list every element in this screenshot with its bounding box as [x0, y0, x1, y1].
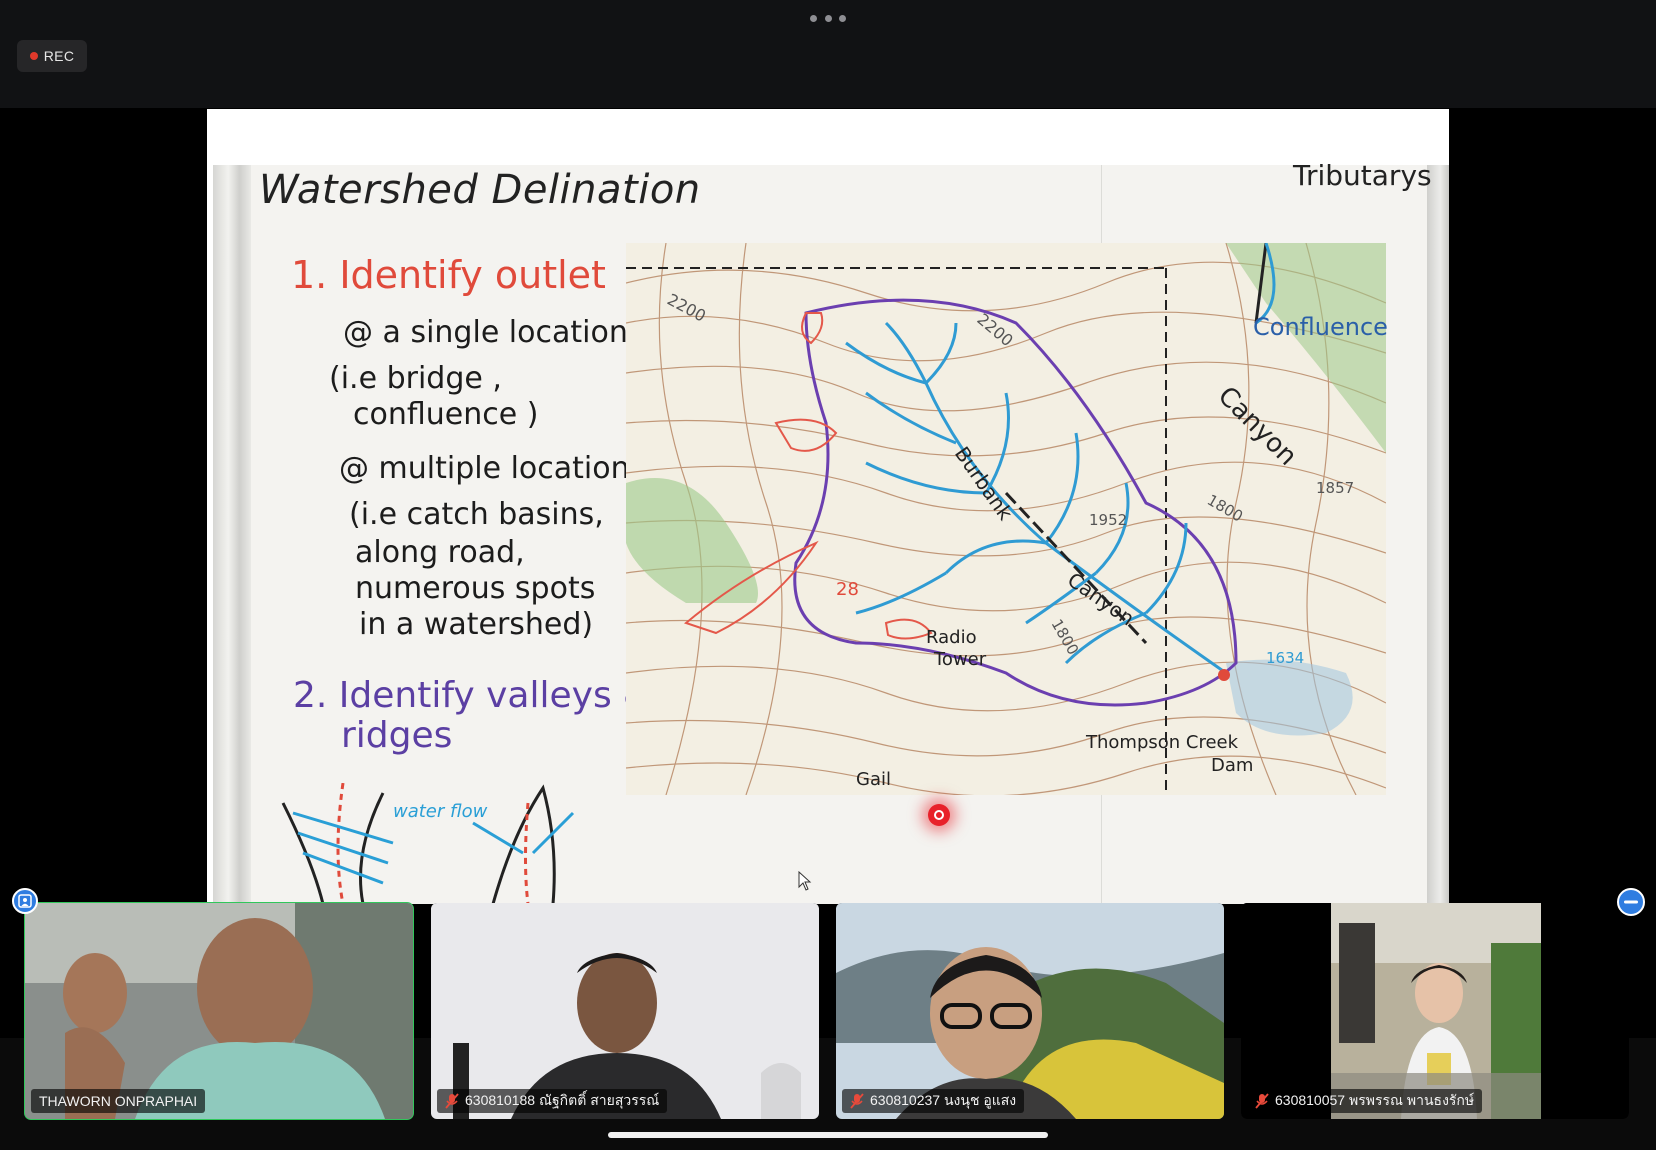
step1-line: confluence ) — [353, 397, 539, 432]
recording-label: REC — [43, 48, 75, 64]
participant-name-tag: 630810057 พรพรรณ พานธงรักษ์ — [1247, 1089, 1483, 1113]
shared-screen: Watershed Delination Tributarys 1. Ident… — [207, 109, 1449, 904]
mouse-cursor-icon — [798, 871, 812, 891]
minimize-strip-button[interactable] — [1617, 888, 1645, 916]
mic-muted-icon — [445, 1093, 459, 1109]
confluence-label: Confluence — [1253, 313, 1388, 341]
binder-edge-left — [213, 165, 251, 904]
participant-video — [836, 903, 1224, 1119]
participant-name: 630810057 พรพรรณ พานธงรักษ์ — [1275, 1092, 1475, 1108]
map-label-gail: Gail — [856, 769, 891, 790]
step1-line: @ a single location — [343, 315, 628, 350]
shared-screen-top-strip — [207, 109, 1449, 165]
person-icon — [18, 894, 32, 908]
participant-name-tag: 630810188 ณัฐกิตติ์ สายสุวรรณ์ — [437, 1089, 668, 1113]
map-label-radio: Radio — [926, 627, 977, 648]
pin-video-button[interactable] — [12, 888, 38, 914]
binder-edge-right — [1427, 165, 1449, 904]
participant-video — [25, 903, 413, 1119]
mic-muted-icon — [1255, 1093, 1269, 1109]
tributary-label: Tributarys — [1293, 159, 1432, 192]
participant-tile[interactable]: 630810057 พรพรรณ พานธงรักษ์ — [1241, 903, 1629, 1119]
step1-line: (i.e catch basins, — [349, 497, 604, 532]
laser-pointer-icon — [928, 804, 950, 826]
step1-line: (i.e bridge , — [329, 361, 502, 396]
minus-icon — [1624, 900, 1638, 904]
map-label-thompson: Thompson Creek — [1085, 732, 1239, 753]
step1-line: along road, — [355, 535, 525, 570]
participant-tile[interactable]: 630810237 นงนุช อูแสง — [836, 903, 1224, 1119]
top-bar: REC — [0, 0, 1656, 108]
slide-title: Watershed Delination — [259, 167, 701, 213]
map-label-tower: Tower — [933, 649, 987, 670]
participant-tile[interactable]: THAWORN ONPRAPHAI — [24, 902, 414, 1120]
participant-name: 630810188 ณัฐกิตติ์ สายสุวรรณ์ — [465, 1092, 660, 1108]
participant-tile[interactable]: 630810188 ณัฐกิตติ์ สายสุวรรณ์ — [431, 903, 819, 1119]
participant-name: THAWORN ONPRAPHAI — [39, 1093, 198, 1109]
step1-line: @ multiple locations — [339, 451, 646, 486]
participant-name-tag: 630810237 นงนุช อูแสง — [842, 1089, 1025, 1113]
step2-heading-cont: ridges — [341, 715, 453, 756]
step1-line: in a watershed) — [359, 607, 594, 642]
elevation-label: 28 — [836, 579, 859, 600]
water-flow-label: water flow — [393, 801, 488, 822]
elevation-label: 1952 — [1089, 511, 1127, 529]
step1-heading: 1. Identify outlet — [291, 253, 606, 297]
recording-badge[interactable]: REC — [17, 40, 87, 72]
slide: Watershed Delination Tributarys 1. Ident… — [213, 159, 1449, 904]
map-label-dam: Dam — [1211, 755, 1253, 776]
participant-name-tag: THAWORN ONPRAPHAI — [31, 1089, 206, 1113]
step1-line: numerous spots — [355, 571, 596, 606]
mic-muted-icon — [850, 1093, 864, 1109]
participant-video — [1241, 903, 1629, 1119]
more-options-icon[interactable] — [810, 12, 846, 24]
participant-video — [431, 903, 819, 1119]
record-dot-icon — [29, 52, 38, 60]
step2-heading: 2. Identify valleys & — [293, 675, 652, 716]
elevation-label: 1857 — [1316, 479, 1354, 497]
elevation-label: 1634 — [1266, 649, 1304, 667]
participant-name: 630810237 นงนุช อูแสง — [870, 1092, 1017, 1108]
home-indicator[interactable] — [608, 1132, 1048, 1138]
